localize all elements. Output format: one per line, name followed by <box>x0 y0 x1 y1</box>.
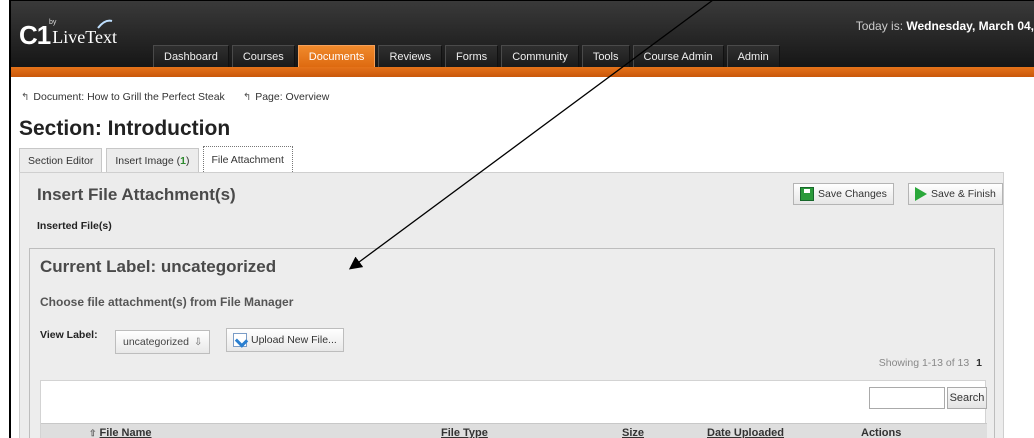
search-input[interactable] <box>869 387 945 409</box>
pagination-status: Showing 1-13 of 13 1 <box>879 357 982 369</box>
view-label-text: View Label: <box>40 329 98 341</box>
page-title: Section: Introduction <box>19 117 231 140</box>
nav-course-admin[interactable]: Course Admin <box>632 45 724 67</box>
nav-tools[interactable]: Tools <box>581 45 630 67</box>
logo-c1: C1 <box>19 20 51 50</box>
upload-file-label: Upload New File... <box>251 334 337 346</box>
editor-tabs: Section Editor Insert Image (1) File Att… <box>19 146 293 172</box>
column-file-name-label: File Name <box>99 427 152 438</box>
save-icon <box>800 187 814 201</box>
table-header: ⇧ File Name File Type Size Date Uploaded … <box>41 423 987 438</box>
nav-forms[interactable]: Forms <box>445 45 499 67</box>
nav-community[interactable]: Community <box>501 45 579 67</box>
breadcrumb-document[interactable]: ↰ Document: How to Grill the Perfect Ste… <box>21 91 225 103</box>
up-level-icon: ↰ <box>242 91 252 103</box>
showing-text: Showing 1-13 of 13 <box>878 357 970 369</box>
panel-title: Insert File Attachment(s) <box>37 185 236 204</box>
choose-files-text: Choose file attachment(s) from File Mana… <box>40 295 294 309</box>
column-file-name[interactable]: ⇧ File Name <box>89 427 152 438</box>
save-finish-label: Save & Finish <box>931 188 996 200</box>
tab-file-attachment[interactable]: File Attachment <box>202 146 293 172</box>
column-size[interactable]: Size <box>622 427 644 438</box>
nav-reviews[interactable]: Reviews <box>378 45 443 67</box>
current-label-box: Current Label: uncategorized Choose file… <box>29 248 995 438</box>
tab-section-editor[interactable]: Section Editor <box>19 148 103 172</box>
column-actions: Actions <box>861 427 902 438</box>
column-date-uploaded[interactable]: Date Uploaded <box>707 427 784 438</box>
breadcrumb-page-label: Page: Overview <box>255 91 330 103</box>
page-number-link[interactable]: 1 <box>976 357 982 369</box>
arrow-down-icon: ⇩ <box>193 336 203 348</box>
logo-by: by <box>49 19 57 26</box>
header-bar: C1 by LiveText Today is: Wednesday, Marc… <box>11 1 1034 67</box>
save-changes-label: Save Changes <box>818 188 887 200</box>
app-window: C1 by LiveText Today is: Wednesday, Marc… <box>9 0 1034 438</box>
file-attachment-panel: Insert File Attachment(s) Save Changes S… <box>19 172 1004 438</box>
up-level-icon: ↰ <box>21 91 30 103</box>
tab-insert-image-label: Insert Image ( <box>115 154 181 167</box>
date-display: Today is: Wednesday, March 04, <box>856 19 1034 33</box>
upload-icon <box>233 333 247 347</box>
save-changes-button[interactable]: Save Changes <box>793 183 894 205</box>
breadcrumb: ↰ Document: How to Grill the Perfect Ste… <box>21 91 329 103</box>
breadcrumb-document-label: Document: How to Grill the Perfect Steak <box>33 91 225 103</box>
upload-file-button[interactable]: Upload New File... <box>226 328 344 352</box>
save-finish-button[interactable]: Save & Finish <box>908 183 1003 205</box>
date-prefix: Today is: <box>855 19 904 33</box>
label-select[interactable]: uncategorized ⇩ <box>115 330 211 354</box>
nav-admin[interactable]: Admin <box>726 45 780 67</box>
current-label-title: Current Label: uncategorized <box>40 257 277 276</box>
arrow-right-icon <box>915 187 927 201</box>
tab-insert-image[interactable]: Insert Image (1) <box>106 148 199 172</box>
label-select-value: uncategorized <box>123 336 189 348</box>
logo-swoosh-icon <box>97 19 113 29</box>
breadcrumb-page[interactable]: ↰ Page: Overview <box>243 91 330 103</box>
tab-insert-image-close: ) <box>186 154 190 167</box>
column-file-type[interactable]: File Type <box>441 427 488 438</box>
date-value: Wednesday, March 04, <box>906 19 1034 33</box>
search-button[interactable]: Search <box>947 387 987 409</box>
inserted-files-heading: Inserted File(s) <box>37 220 112 232</box>
logo-name: LiveText <box>52 27 117 47</box>
file-table: Search ⇧ File Name File Type Size Date Up… <box>40 380 987 438</box>
main-nav: Dashboard Courses Documents Reviews Form… <box>153 45 780 67</box>
livetext-logo[interactable]: C1 by LiveText <box>19 19 117 50</box>
accent-strip <box>11 67 1034 77</box>
sort-up-icon: ⇧ <box>89 428 97 438</box>
nav-documents[interactable]: Documents <box>297 45 376 67</box>
nav-courses[interactable]: Courses <box>231 45 295 67</box>
nav-dashboard[interactable]: Dashboard <box>153 45 229 67</box>
